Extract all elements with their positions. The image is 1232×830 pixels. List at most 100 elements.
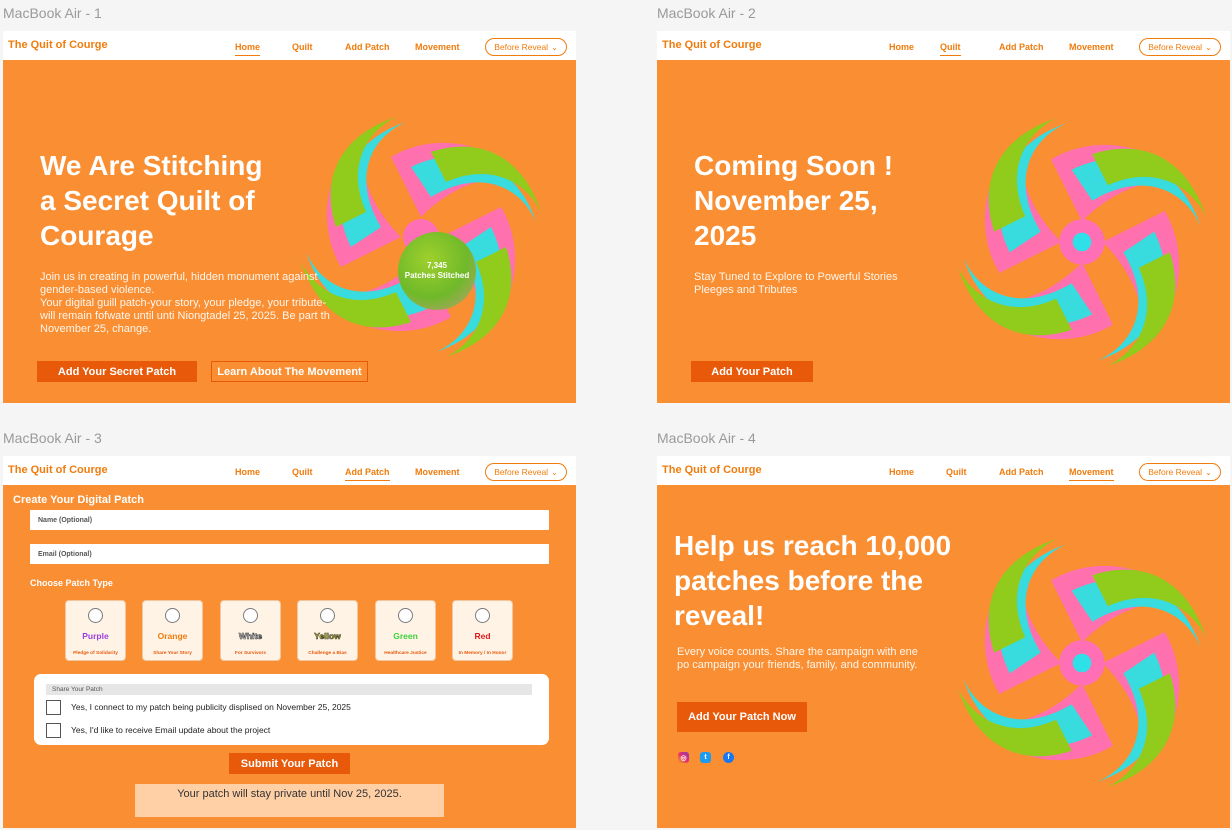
frame-macbook-air-1: The Quit of Courge Home Quilt Add Patch … [3,31,576,403]
radio-button[interactable] [88,608,103,623]
instagram-icon[interactable]: ◎ [678,752,689,763]
radio-button[interactable] [165,608,180,623]
reveal-dropdown-label: Before Reveal [494,467,549,477]
brand-logo[interactable]: The Quit of Courge [662,39,762,51]
hero-title-line: 2025 [694,220,757,251]
twitter-icon[interactable]: t [700,752,711,763]
radio-button[interactable] [320,608,335,623]
nav-movement[interactable]: Movement [1069,42,1114,52]
reveal-dropdown[interactable]: Before Reveal ⌄ [1139,463,1221,481]
hero-title: Help us reach 10,000 patches before the … [674,528,951,633]
brand-logo[interactable]: The Quit of Courge [8,464,108,476]
consent-label-public: Yes, I connect to my patch being publici… [71,702,351,712]
hero-title-line: a Secret Quilt of [40,185,255,216]
patch-subtitle: Challenge a Bias [308,651,347,656]
top-nav: The Quit of Courge Home Quilt Add Patch … [657,31,1230,60]
nav-add-patch[interactable]: Add Patch [345,42,390,52]
nav-quilt[interactable]: Quilt [292,467,313,477]
share-patch-box: Share Your Patch Yes, I connect to my pa… [34,674,549,745]
share-header: Share Your Patch [46,684,532,695]
hero-description-line: Your digital guill patch-your story, you… [40,297,327,309]
chevron-down-icon: ⌄ [1205,467,1212,477]
nav-quilt[interactable]: Quilt [292,42,313,52]
email-field[interactable]: Email (Optional) [30,544,549,564]
patch-name: Yellow [314,631,341,642]
nav-add-patch[interactable]: Add Patch [999,467,1044,477]
patch-subtitle: In Memory / In Honor [458,651,507,656]
hero-description-line: gender-based violence. [40,284,155,296]
patch-form-section: Create Your Digital Patch Name (Optional… [3,485,576,828]
hero-description-line: po campaign your friends, family, and co… [677,659,918,671]
frame-label-1: MacBook Air - 1 [3,5,102,21]
nav-add-patch[interactable]: Add Patch [345,467,390,481]
radio-button[interactable] [243,608,258,623]
patch-counter-badge: 7,345 Patches Stitched [398,232,476,310]
reveal-dropdown-label: Before Reveal [1148,42,1203,52]
hero-section: Help us reach 10,000 patches before the … [657,485,1230,828]
nav-movement[interactable]: Movement [415,42,460,52]
hero-title: We Are Stitching a Secret Quilt of Coura… [40,148,262,253]
patch-name: Red [474,631,491,641]
brand-logo[interactable]: The Quit of Courge [662,464,762,476]
patch-subtitle: Pledge of Solidarity [73,651,118,656]
top-nav: The Quit of Courge Home Quilt Add Patch … [3,31,576,60]
chevron-down-icon: ⌄ [1205,42,1212,52]
nav-movement[interactable]: Movement [415,467,460,477]
add-patch-button[interactable]: Add Your Patch [691,361,813,382]
learn-movement-button[interactable]: Learn About The Movement [211,361,368,382]
facebook-icon[interactable]: f [723,752,734,763]
hero-title-line: Courage [40,220,154,251]
patch-option-yellow[interactable]: Yellow Challenge a Bias [297,600,358,661]
patch-subtitle: Share Your Story [153,651,192,656]
nav-home[interactable]: Home [235,42,261,56]
patch-option-orange[interactable]: Orange Share Your Story [142,600,203,661]
nav-home[interactable]: Home [889,467,914,477]
patch-option-green[interactable]: Green Healthcare Justice [375,600,436,661]
hero-description-line: Join us in creating in powerful, hidden … [40,271,318,283]
email-field-placeholder: Email (Optional) [38,550,92,558]
hero-title-line: Help us reach 10,000 [674,530,952,561]
consent-checkbox-email[interactable] [46,723,61,738]
frame-macbook-air-3: The Quit of Courge Home Quilt Add Patch … [3,456,576,828]
add-patch-now-button[interactable]: Add Your Patch Now [677,702,807,732]
hero-title-line: Coming Soon ! [694,150,894,181]
submit-patch-button[interactable]: Submit Your Patch [229,753,350,774]
nav-movement[interactable]: Movement [1069,467,1114,481]
nav-home[interactable]: Home [235,467,260,477]
patch-option-red[interactable]: Red In Memory / In Honor [452,600,513,661]
swirl-illustration [958,118,1206,366]
brand-logo[interactable]: The Quit of Courge [8,39,108,51]
nav-home[interactable]: Home [889,42,914,52]
radio-button[interactable] [398,608,413,623]
patch-subtitle: Healthcare Justice [384,651,427,656]
hero-description-line: will remain fofwate until unti Niongtade… [40,310,330,322]
consent-checkbox-public[interactable] [46,700,61,715]
hero-section: Coming Soon ! November 25, 2025 Stay Tun… [657,60,1230,403]
counter-value: 7,345 [426,261,448,270]
frame-label-3: MacBook Air - 3 [3,430,102,446]
reveal-dropdown[interactable]: Before Reveal ⌄ [485,463,567,481]
privacy-note: Your patch will stay private until Nov 2… [135,784,444,817]
counter-label: Patches Stitched [404,271,470,280]
nav-add-patch[interactable]: Add Patch [999,42,1044,52]
choose-patch-label: Choose Patch Type [30,578,113,588]
hero-description-line: Every voice counts. Share the campaign w… [677,646,918,658]
reveal-dropdown[interactable]: Before Reveal ⌄ [1139,38,1221,56]
hero-description: Every voice counts. Share the campaign w… [677,646,947,672]
hero-title: Coming Soon ! November 25, 2025 [694,148,893,253]
reveal-dropdown-label: Before Reveal [494,42,549,52]
radio-button[interactable] [475,608,490,623]
nav-quilt[interactable]: Quilt [940,42,961,56]
hero-description: Stay Tuned to Explore to Powerful Storie… [694,271,954,297]
add-secret-patch-button[interactable]: Add Your Secret Patch [37,361,197,382]
form-title: Create Your Digital Patch [13,494,145,506]
patch-option-white[interactable]: White For Survivors [220,600,281,661]
chevron-down-icon: ⌄ [551,42,558,52]
reveal-dropdown[interactable]: Before Reveal ⌄ [485,38,567,56]
hero-description-line: November 25, change. [40,323,152,335]
nav-quilt[interactable]: Quilt [946,467,967,477]
frame-macbook-air-2: The Quit of Courge Home Quilt Add Patch … [657,31,1230,403]
patch-name: White [238,631,263,642]
name-field[interactable]: Name (Optional) [30,510,549,530]
patch-option-purple[interactable]: Purple Pledge of Solidarity [65,600,126,661]
